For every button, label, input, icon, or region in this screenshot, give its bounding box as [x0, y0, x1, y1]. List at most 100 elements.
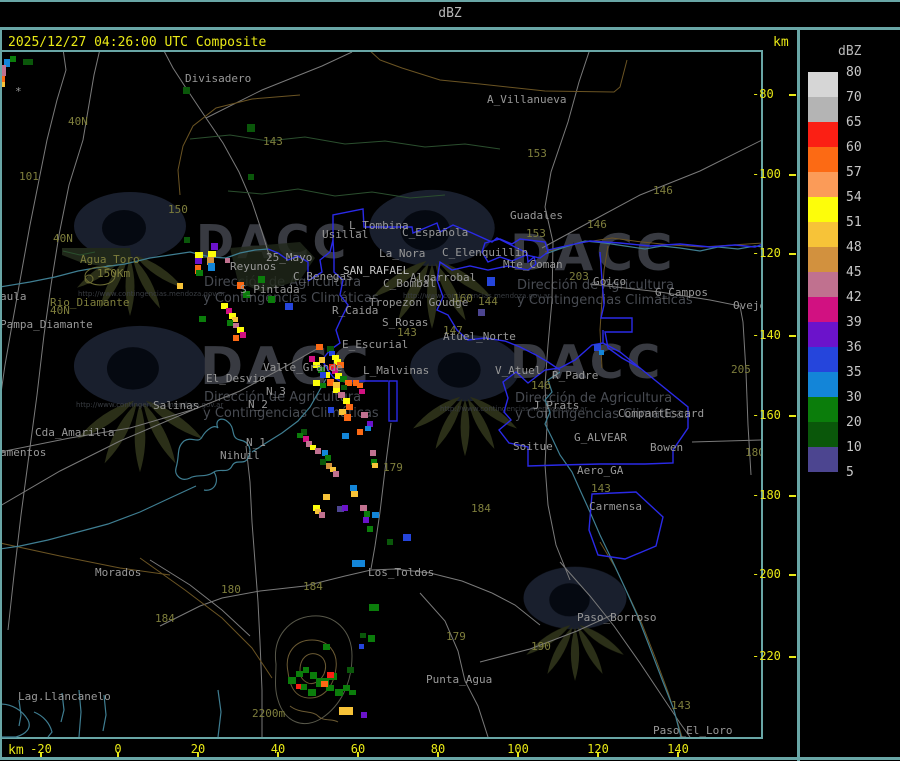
echo-pixel	[23, 59, 33, 65]
colorbar-block	[808, 147, 838, 172]
place-label: La_Nora	[379, 247, 425, 260]
colorbar-level-label: 65	[846, 115, 862, 130]
echo-pixel	[296, 684, 301, 689]
place-label: aula	[0, 290, 27, 303]
place-label: R_Caida	[332, 304, 378, 317]
echo-pixel	[247, 124, 255, 132]
echo-pixel	[599, 350, 604, 355]
colorbar-level-label: 39	[846, 315, 862, 330]
echo-pixel	[367, 526, 373, 532]
place-label: Carmensa	[589, 500, 642, 513]
place-label: Goico	[593, 275, 626, 288]
road-label: 146	[531, 379, 551, 392]
place-label: Valle_Grande	[263, 361, 342, 374]
echo-pixel	[211, 243, 218, 250]
echo-pixel	[370, 450, 376, 456]
road-label: 2200m	[252, 707, 285, 720]
road-label: 40N	[53, 232, 73, 245]
echo-pixel	[360, 505, 367, 511]
road-label: 146	[653, 184, 673, 197]
right-axis-tick	[789, 495, 796, 497]
place-label: Los_Toldos	[368, 566, 434, 579]
colorbar-block	[808, 247, 838, 272]
place-label: *	[15, 85, 22, 98]
colorbar-block	[808, 222, 838, 247]
echo-pixel	[268, 296, 275, 303]
echo-pixel	[361, 712, 367, 718]
echo-pixel	[208, 251, 216, 257]
bottom-axis-tick	[197, 752, 199, 757]
echo-pixel	[321, 681, 328, 687]
place-label: C_Española	[402, 226, 468, 239]
echo-pixel	[359, 389, 365, 394]
place-label: C_Bombal	[383, 277, 436, 290]
road-label: 144	[478, 295, 498, 308]
echo-pixel	[288, 677, 296, 684]
road-label: 143	[263, 135, 283, 148]
echo-pixel	[338, 392, 345, 398]
right-axis-tick	[789, 174, 796, 176]
echo-pixel	[320, 459, 326, 465]
echo-pixel	[297, 433, 303, 438]
colorbar-level-label: 36	[846, 340, 862, 355]
place-label: Paso_Borroso	[577, 611, 656, 624]
place-label: E_Escurial	[342, 338, 408, 351]
road-label: 150Km	[97, 267, 130, 280]
colorbar-title: dBZ	[838, 44, 862, 59]
echo-pixel	[319, 512, 325, 518]
echo-pixel	[350, 485, 357, 491]
colorbar-level-label: 54	[846, 190, 862, 205]
echo-pixel	[300, 684, 307, 690]
place-label: Mte_Coman	[503, 258, 563, 271]
echo-pixel	[323, 644, 330, 650]
echo-pixel	[369, 604, 379, 611]
road-label: 203	[569, 270, 589, 283]
echo-pixel	[342, 433, 349, 439]
echo-pixel	[196, 270, 203, 276]
echo-pixel	[365, 426, 371, 431]
echo-pixel	[360, 633, 366, 638]
echo-pixel	[372, 512, 379, 518]
place-label: Salinas	[153, 399, 199, 412]
echo-pixel	[296, 671, 303, 677]
road-label: 179	[383, 461, 403, 474]
place-label: Pampa_Diamante	[0, 318, 93, 331]
echo-pixel	[177, 283, 183, 289]
road-label: 184	[471, 502, 491, 515]
place-label: Soitue	[513, 440, 553, 453]
place-label: Aero_GA	[577, 464, 624, 477]
echo-pixel	[594, 344, 601, 351]
echo-pixel	[333, 382, 340, 388]
right-axis-tick	[789, 253, 796, 255]
echo-pixel	[403, 534, 411, 541]
bottom-axis-tick	[597, 752, 599, 757]
bottom-axis-tick	[117, 752, 119, 757]
place-label: El_Desvio	[206, 372, 266, 385]
right-axis-tick	[789, 656, 796, 658]
place-label: Usillal	[322, 228, 368, 241]
road-label: 190	[531, 640, 551, 653]
place-label: Bowen	[650, 441, 683, 454]
echo-pixel	[258, 276, 265, 283]
colorbar-block	[808, 197, 838, 222]
echo-pixel	[341, 385, 347, 390]
place-label: Punta_Agua	[426, 673, 492, 686]
colorbar-level-label: 35	[846, 365, 862, 380]
colorbar-panel: dBZ 80 70 65 60 57 54 51 48 45 42 39 36 35 30 20 10 5	[800, 30, 900, 757]
place-label: N_3	[266, 385, 286, 398]
echo-pixel	[248, 174, 254, 180]
echo-pixel	[339, 707, 353, 715]
colorbar-level-label: 42	[846, 290, 862, 305]
colorbar-block	[808, 297, 838, 322]
road-label: Rio_Diamante	[50, 296, 129, 309]
road-label: 153	[526, 227, 546, 240]
road-label: 150	[168, 203, 188, 216]
echo-pixel	[359, 644, 364, 649]
colorbar-block	[808, 397, 838, 422]
place-label: CompantEscard	[618, 407, 704, 420]
place-label: R_Padre	[552, 369, 598, 382]
colorbar-block	[808, 347, 838, 372]
place-label: 25_Mayo	[266, 251, 312, 264]
place-label: Lag.Llancanelo	[18, 690, 111, 703]
echo-pixel	[372, 463, 378, 468]
